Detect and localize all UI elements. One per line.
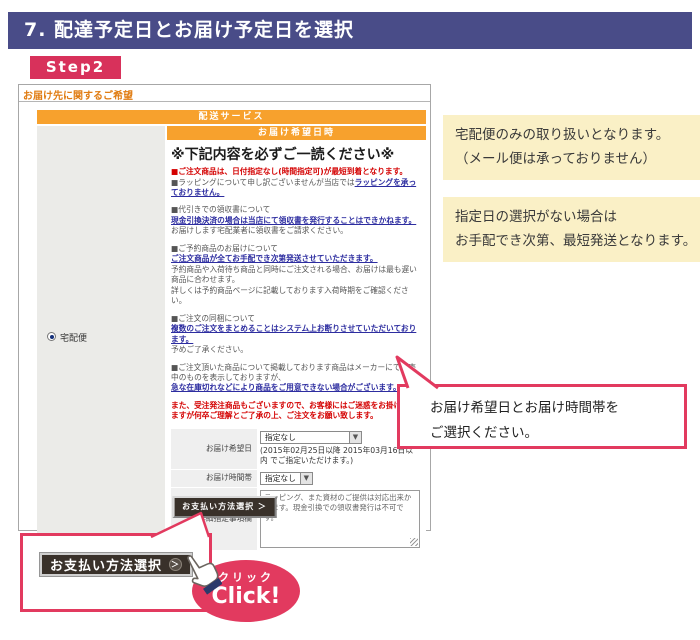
- receipt-link[interactable]: 現金引換決済の場合は当店にて領収書を発行することはできかねます。: [171, 216, 422, 226]
- shipping-method-cell: 宅配便: [37, 126, 165, 550]
- zoom-callout-box: お支払い方法選択 ＞: [20, 533, 212, 612]
- delivery-date-note: (2015年02月25日以降 2015年03月16日以内 でご指定いただけます。…: [260, 446, 420, 467]
- takuhaibin-radio-label: 宅配便: [60, 331, 87, 344]
- delivery-form: お届け希望日 指定なし ▼ (2015年02月25日以降 2015年03月16日…: [171, 429, 422, 550]
- notice-line: ■ご注文商品は、日付指定なし(時間指定可)が最短到着となります。: [171, 167, 422, 177]
- shipping-service-header: 配送サービス: [37, 110, 426, 124]
- note-takuhaibin-only: 宅配便のみの取り扱いとなります。 （メール便は承っておりません）: [443, 115, 700, 180]
- page-title: 7. 配達予定日とお届け予定日を選択: [8, 12, 692, 49]
- notice-line: ■ラッピングについて申し訳ございませんが当店ではラッピングを承っておりません。: [171, 178, 422, 199]
- shipping-table: 配送サービス 宅配便 お届け希望日時 ※下記内容を必ずご一読ください※ ■ご注文…: [37, 110, 426, 550]
- delivery-date-select[interactable]: 指定なし ▼: [260, 431, 362, 444]
- combine-orders-link[interactable]: 複数のご注文をまとめることはシステム上お断りさせていただいております。: [171, 324, 422, 345]
- arrow-right-circle-icon: ＞: [169, 558, 182, 571]
- click-label-jp: クリック: [192, 569, 300, 585]
- notice-line: 予めご了承ください。: [171, 345, 422, 355]
- takuhaibin-radio[interactable]: [47, 332, 60, 343]
- arrow-right-icon: ＞: [258, 502, 267, 511]
- chevron-down-icon: ▼: [349, 432, 361, 443]
- notice-line: 詳しくは予約商品ページに記載しております入荷時期をご確認ください。: [171, 286, 422, 307]
- delivery-time-select[interactable]: 指定なし ▼: [260, 472, 313, 485]
- delivery-time-label: お届け時間帯: [171, 470, 257, 487]
- delivery-datetime-cell: お届け希望日時 ※下記内容を必ずご一読ください※ ■ご注文商品は、日付指定なし(…: [167, 126, 426, 550]
- notice-line: ■ご注文頂いた商品について掲載しております商品はメーカーにて販売中のものを表示し…: [171, 363, 422, 384]
- notice-line: 予約商品や入荷待ち商品と同時にご注文される場合、お届けは最も遅い商品に合わせます…: [171, 265, 422, 286]
- click-badge: クリック Click!: [192, 560, 300, 622]
- notice-line: ■ご注文の同梱について: [171, 314, 422, 324]
- delivery-preferences-panel: お届け先に関するご希望 配送サービス 宅配便 お届け希望日時 ※下記内容を必ずご…: [18, 84, 431, 531]
- delivery-datetime-header: お届け希望日時: [167, 126, 426, 140]
- step-badge: Step2: [30, 56, 121, 79]
- chevron-down-icon: ▼: [300, 473, 312, 484]
- notice-line: また、受注発注商品もございますので、お客様にはご迷惑をお掛け致しますが何卒ご理解…: [171, 401, 422, 422]
- notice-line: ■ご予約商品のお届けについて: [171, 244, 422, 254]
- payment-method-button[interactable]: お支払い方法選択 ＞: [172, 496, 277, 518]
- speech-bubble-select-datetime: お届け希望日とお届け時間帯を ご選択ください。: [397, 384, 687, 449]
- click-label-en: Click!: [192, 585, 300, 608]
- page: 7. 配達予定日とお届け予定日を選択 Step2 お届け先に関するご希望 配送サ…: [0, 0, 700, 640]
- preorder-link[interactable]: ご注文商品が全てお手配でき次第発送させていただきます。: [171, 254, 422, 264]
- notice-line: ■代引きでの領収書について: [171, 205, 422, 215]
- notice-line: お届けします宅配業者に領収書をご請求ください。: [171, 226, 422, 236]
- notice-title: ※下記内容を必ずご一読ください※: [171, 146, 422, 165]
- resize-handle[interactable]: [410, 538, 418, 546]
- out-of-stock-link[interactable]: 急な在庫切れなどにより商品をご用意できない場合がございます。: [171, 383, 422, 393]
- notice-block: ※下記内容を必ずご一読ください※ ■ご注文商品は、日付指定なし(時間指定可)が最…: [167, 140, 426, 550]
- remarks-textarea[interactable]: ラッピング、また資材のご提供は対応出来かねます。現金引換での領収書発行は不可です…: [260, 490, 420, 548]
- panel-label: お届け先に関するご希望: [19, 85, 430, 102]
- radio-selected-icon[interactable]: [47, 332, 56, 341]
- payment-method-button-enlarged[interactable]: お支払い方法選択 ＞: [40, 553, 192, 576]
- delivery-date-label: お届け希望日: [171, 429, 257, 469]
- note-no-date-selected: 指定日の選択がない場合は お手配でき次第、最短発送となります。: [443, 197, 700, 262]
